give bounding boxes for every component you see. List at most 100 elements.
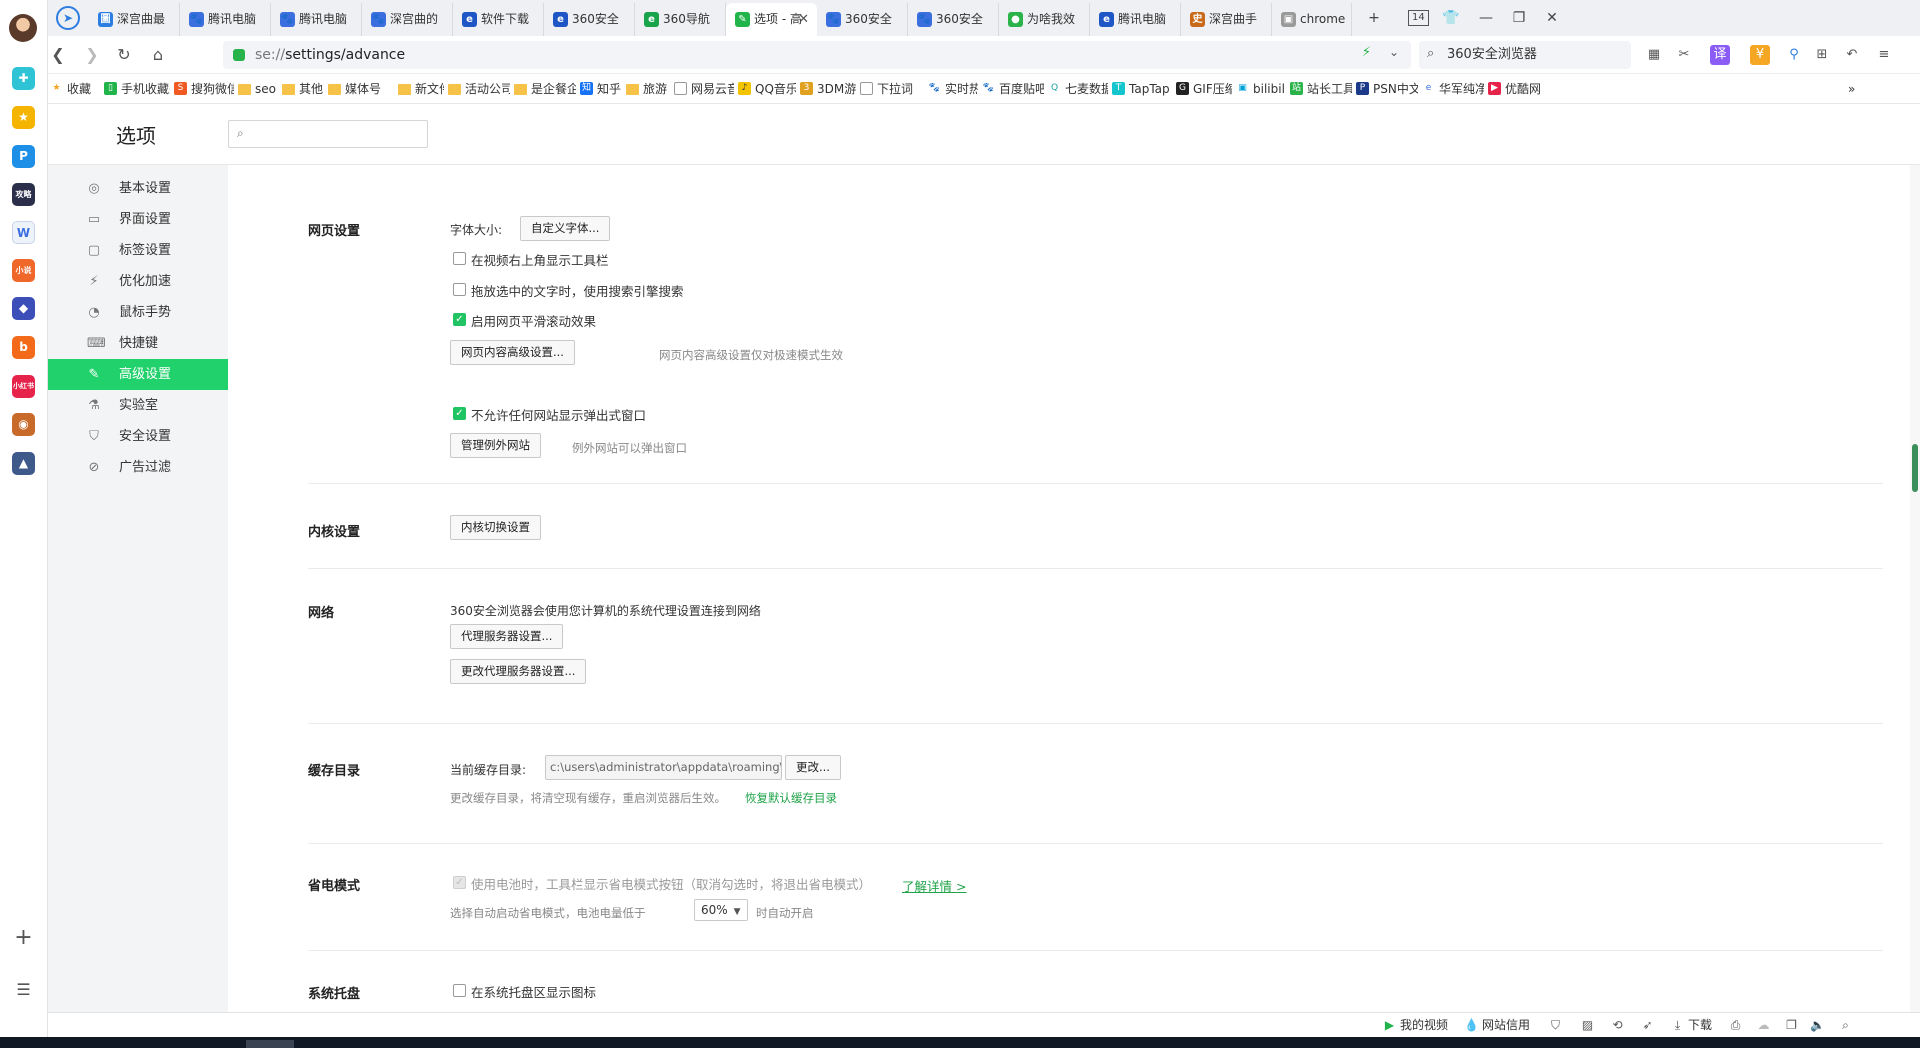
speed-mode-icon[interactable]: ⚡ [1362, 45, 1371, 60]
browser-tab[interactable]: ✎ 选项 - 高 ✕ [726, 3, 817, 36]
sidebar-item[interactable]: ⌨ 快捷键 [48, 328, 228, 359]
taskbar-item[interactable] [246, 1040, 294, 1048]
bookmark-item[interactable]: seo [238, 74, 276, 104]
power-saving-checkbox[interactable]: ✓ [453, 876, 466, 889]
history-icon[interactable]: ⟲ [1610, 1018, 1625, 1033]
browser-tab[interactable]: 🐾 360安全 [908, 3, 999, 36]
bookmark-item[interactable]: ★ 收藏 [50, 74, 91, 104]
app-list-icon[interactable]: ☰ [12, 978, 35, 1001]
my-videos-button[interactable]: 我的视频 [1400, 1013, 1448, 1038]
browser-tab[interactable]: e 360导航 [635, 3, 726, 36]
grid-apps-icon[interactable]: ⊞ [1812, 45, 1832, 65]
battery-threshold-select[interactable]: 60% ▼ [694, 899, 748, 921]
manage-exceptions-button[interactable]: 管理例外网站 [450, 433, 541, 458]
change-cache-button[interactable]: 更改... [785, 755, 841, 780]
kernel-switch-button[interactable]: 内核切换设置 [450, 515, 541, 540]
browser-tab[interactable]: 🐾 深宫曲的 [362, 3, 453, 36]
vertical-scrollbar[interactable] [1910, 165, 1920, 1012]
browser-tab[interactable]: e 360安全 [544, 3, 635, 36]
sidebar-item[interactable]: ⚡ 优化加速 [48, 266, 228, 297]
new-tab-icon[interactable]: + [1364, 8, 1384, 28]
reload-icon[interactable]: ↻ [114, 45, 134, 65]
app-shortcut-icon[interactable]: b [12, 336, 35, 359]
screenshot-icon[interactable]: ▦ [1644, 45, 1664, 65]
search-box[interactable]: ⌕ 360安全浏览器 [1419, 41, 1631, 69]
smooth-scroll-checkbox[interactable]: ✓ [453, 313, 466, 326]
bookmark-item[interactable]: 网易云音 [674, 74, 734, 104]
block-popups-checkbox[interactable]: ✓ [453, 407, 466, 420]
bookmark-item[interactable]: G GIF压缩 [1176, 74, 1232, 104]
print-icon[interactable]: ⎙ [1728, 1018, 1743, 1033]
favorites-star-icon[interactable]: ★ [12, 106, 35, 129]
options-search[interactable]: ⌕ [228, 120, 428, 148]
sidebar-item[interactable]: ▢ 标签设置 [48, 235, 228, 266]
user-avatar[interactable] [9, 14, 37, 42]
scissors-icon[interactable]: ✂ [1674, 45, 1694, 65]
browser-tab[interactable]: ● 为啥我效 [999, 3, 1090, 36]
menu-icon[interactable]: ≡ [1874, 45, 1894, 65]
sidebar-item[interactable]: ▭ 界面设置 [48, 204, 228, 235]
app-shortcut-icon[interactable]: 攻略 [12, 183, 35, 206]
sidebar-item[interactable]: ⛉ 安全设置 [48, 421, 228, 452]
add-app-icon[interactable]: + [12, 926, 35, 949]
address-url[interactable]: se://settings/advance [255, 41, 405, 69]
window-icon[interactable]: ❐ [1784, 1018, 1799, 1033]
volume-icon[interactable]: 🔈 [1810, 1018, 1825, 1033]
bookmark-item[interactable]: 旅游 [626, 74, 667, 104]
forward-icon[interactable]: ❯ [82, 45, 102, 65]
bookmark-item[interactable]: 知知乎 [580, 74, 621, 104]
document-icon[interactable]: W [12, 221, 35, 244]
tab-count-badge[interactable]: 14 [1408, 10, 1429, 26]
rocket-icon[interactable]: ➶ [1640, 1018, 1655, 1033]
browser-tab[interactable]: 圖深宫曲最 [89, 3, 180, 36]
bookmark-item[interactable]: 媒体号 [328, 74, 381, 104]
close-tab-icon[interactable]: ✕ [798, 3, 809, 36]
bookmark-item[interactable]: 下拉词 [860, 74, 913, 104]
browser-tab[interactable]: 🐾 360安全 [817, 3, 908, 36]
drag-search-checkbox[interactable] [453, 283, 466, 296]
sidebar-item[interactable]: ✎ 高级设置 [48, 359, 228, 390]
back-icon[interactable]: ❮ [48, 45, 68, 65]
bookmark-item[interactable]: ♪ QQ音乐 [738, 74, 796, 104]
image-icon[interactable]: ▨ [1580, 1018, 1595, 1033]
browser-logo-icon[interactable]: ➤ [56, 6, 80, 30]
novel-app-icon[interactable]: 小说 [12, 259, 35, 282]
bookmark-item[interactable]: 活动公司 [448, 74, 510, 104]
minimize-icon[interactable]: — [1476, 8, 1496, 28]
browser-tab[interactable]: 🐾 腾讯电脑 [180, 3, 271, 36]
cloud-icon[interactable]: ☁ [1756, 1018, 1771, 1033]
translate-icon[interactable]: 译 [1710, 45, 1730, 65]
bookmark-item[interactable]: T TapTap [1112, 74, 1170, 104]
browser-tab[interactable]: e 软件下载 [453, 3, 544, 36]
search-text[interactable]: 360安全浏览器 [1447, 41, 1537, 69]
download-button[interactable]: 下载 [1688, 1013, 1712, 1038]
content-advanced-button[interactable]: 网页内容高级设置... [450, 340, 575, 365]
bookmark-item[interactable]: ▯ 手机收藏夹 [104, 74, 170, 104]
restore-default-cache-link[interactable]: 恢复默认缓存目录 [745, 790, 837, 806]
bookmark-item[interactable]: S 搜狗微信 [174, 74, 234, 104]
change-proxy-button[interactable]: 更改代理服务器设置... [450, 659, 587, 684]
shirt-skin-icon[interactable]: 👕 [1441, 8, 1461, 28]
game-app-icon[interactable]: ◉ [12, 413, 35, 436]
video-toolbar-checkbox[interactable] [453, 252, 466, 265]
bookmark-item[interactable]: 是企餐企 [514, 74, 576, 104]
zoom-icon[interactable]: ⌕ [1838, 1018, 1853, 1033]
bookmark-item[interactable]: 3 3DM游 [800, 74, 856, 104]
sidebar-item[interactable]: ⊘ 广告过滤 [48, 452, 228, 483]
cache-dir-path[interactable]: c:\users\administrator\appdata\roaming\3… [545, 755, 782, 780]
site-credit-button[interactable]: 网站信用 [1482, 1013, 1530, 1038]
bookmark-item[interactable]: Q 七麦数据 [1048, 74, 1108, 104]
browser-tab[interactable]: 🐾 腾讯电脑 [271, 3, 362, 36]
sidebar-item[interactable]: ◔ 鼠标手势 [48, 297, 228, 328]
proxy-settings-button[interactable]: 代理服务器设置... [450, 624, 564, 649]
sidebar-item[interactable]: ◎ 基本设置 [48, 173, 228, 204]
custom-font-button[interactable]: 自定义字体... [520, 216, 611, 241]
magnifier-ext-icon[interactable]: ⚲ [1784, 45, 1804, 65]
undo-close-icon[interactable]: ↶ [1842, 45, 1862, 65]
bookmark-item[interactable]: 站站长工具 [1290, 74, 1352, 104]
shield-icon[interactable]: ⛉ [1548, 1018, 1563, 1033]
options-search-input[interactable] [253, 124, 421, 144]
tray-icon-checkbox[interactable] [453, 984, 466, 997]
close-window-icon[interactable]: ✕ [1542, 8, 1562, 28]
bookmark-item[interactable]: P PSN中文 [1356, 74, 1418, 104]
